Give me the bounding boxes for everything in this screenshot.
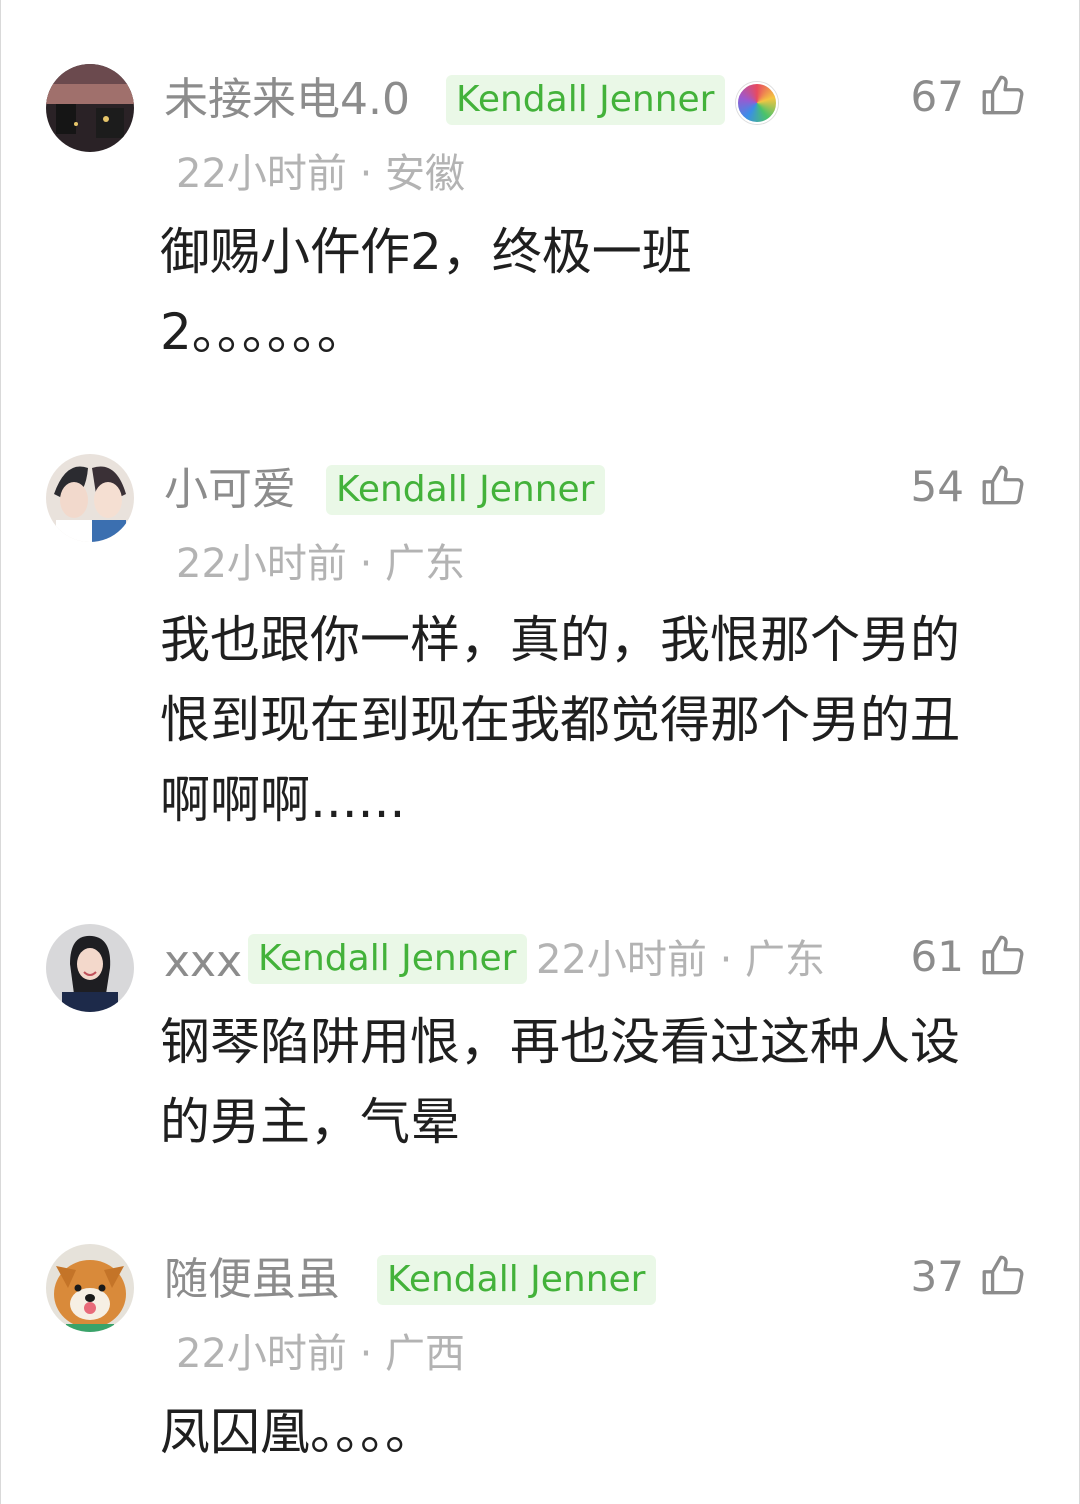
thumbs-up-icon bbox=[978, 1251, 1028, 1301]
fan-badge: Kendall Jenner bbox=[377, 1255, 656, 1305]
fan-badge: Kendall Jenner bbox=[248, 934, 527, 984]
time-location: 22小时前 · 安徽 bbox=[176, 151, 466, 197]
comment-text[interactable]: 凤囚凰。。。。 bbox=[160, 1392, 1020, 1472]
avatar[interactable] bbox=[46, 924, 134, 1012]
time-location: 22小时前 · 广西 bbox=[176, 1331, 466, 1377]
sticker-icon bbox=[736, 82, 778, 124]
time-location: 22小时前 · 广东 bbox=[536, 937, 826, 983]
avatar[interactable] bbox=[46, 64, 134, 152]
fan-badge: Kendall Jenner bbox=[326, 465, 605, 515]
comment-text[interactable]: 御赐小仵作2，终极一班2。。。。。。 bbox=[160, 212, 760, 372]
like-button[interactable]: 54 bbox=[911, 458, 1028, 514]
username[interactable]: xxx bbox=[164, 936, 242, 988]
like-count: 37 bbox=[910, 1251, 964, 1301]
username[interactable]: 小可爱 bbox=[164, 464, 296, 516]
like-count: 67 bbox=[910, 71, 964, 121]
thumbs-up-icon bbox=[978, 931, 1028, 981]
like-button[interactable]: 67 bbox=[911, 68, 1028, 124]
comment-text[interactable]: 钢琴陷阱用恨，再也没看过这种人设的男主，气晕 bbox=[160, 1002, 1000, 1162]
fan-badge: Kendall Jenner bbox=[446, 75, 725, 125]
like-button[interactable]: 61 bbox=[911, 928, 1028, 984]
username[interactable]: 随便虽虽 bbox=[164, 1254, 340, 1306]
like-count: 54 bbox=[910, 461, 964, 511]
thumbs-up-icon bbox=[978, 461, 1028, 511]
left-border bbox=[0, 0, 1, 1504]
avatar[interactable] bbox=[46, 1244, 134, 1332]
avatar[interactable] bbox=[46, 454, 134, 542]
like-button[interactable]: 37 bbox=[911, 1248, 1028, 1304]
like-count: 61 bbox=[910, 931, 964, 981]
thumbs-up-icon bbox=[978, 71, 1028, 121]
username[interactable]: 未接来电4.0 bbox=[164, 74, 410, 126]
time-location: 22小时前 · 广东 bbox=[176, 541, 466, 587]
comment-text[interactable]: 我也跟你一样，真的，我恨那个男的恨到现在到现在我都觉得那个男的丑啊啊啊.....… bbox=[160, 600, 1000, 840]
